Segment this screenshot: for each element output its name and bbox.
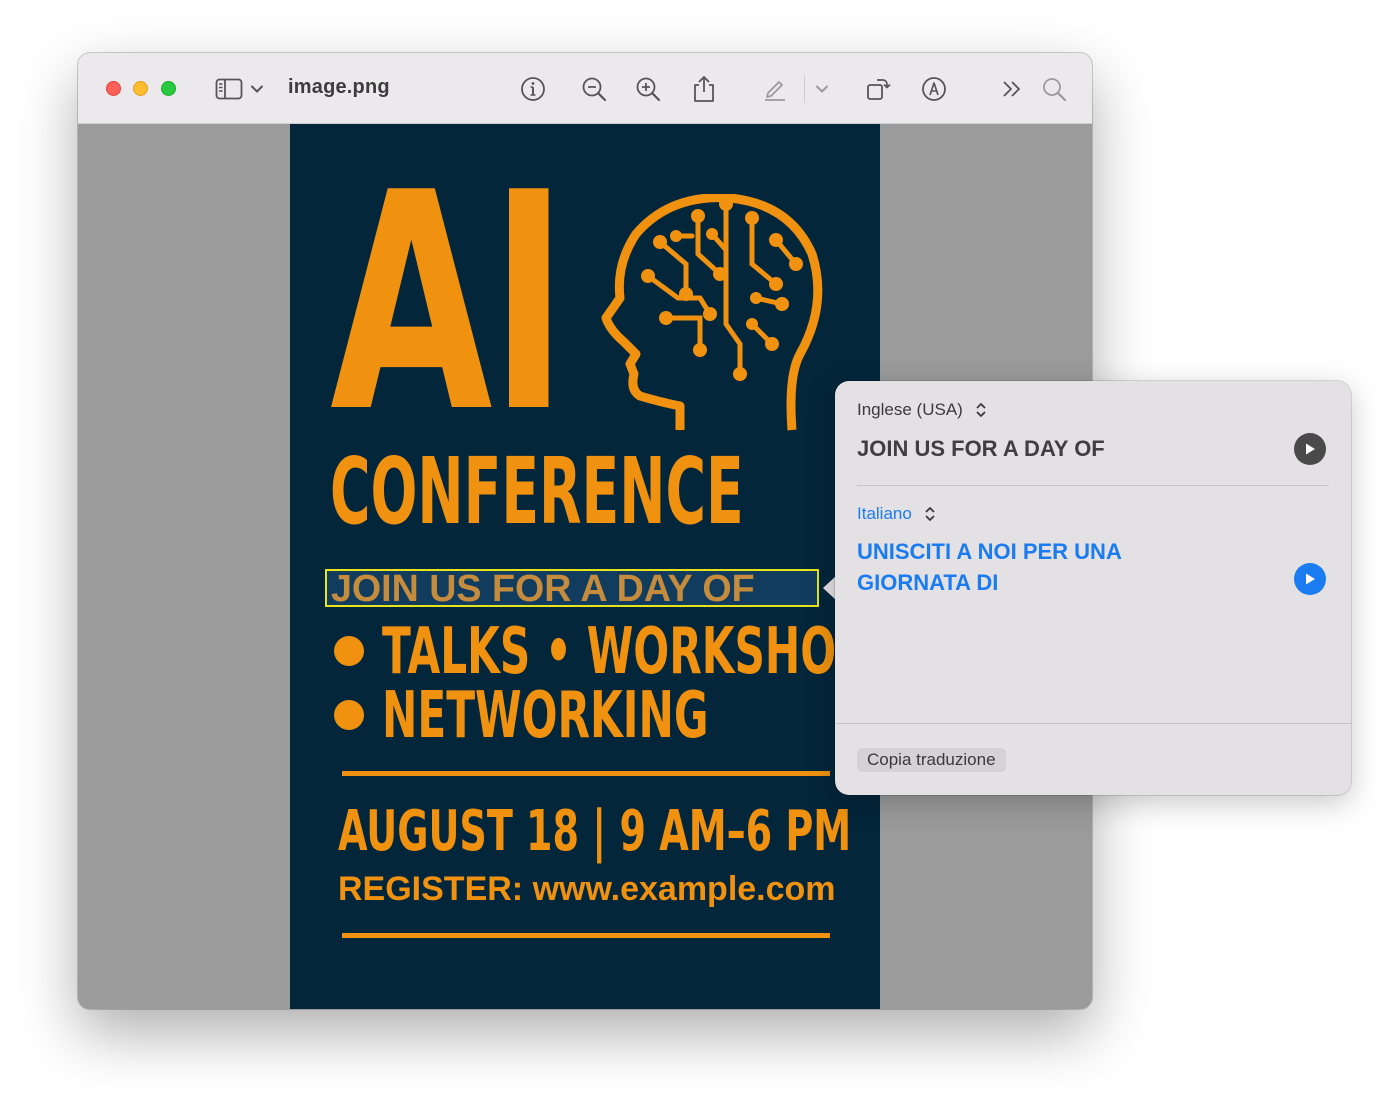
poster-divider xyxy=(342,771,830,776)
zoom-in-icon xyxy=(636,77,661,102)
translated-text: UNISCITI A NOI PER UNA GIORNATA DI xyxy=(857,539,1122,595)
play-icon xyxy=(1306,443,1315,455)
text-selection-box[interactable]: JOIN US FOR A DAY OF xyxy=(325,568,819,610)
target-language-selector[interactable]: Italiano xyxy=(857,504,936,524)
titlebar: image.png xyxy=(78,53,1092,124)
zoom-in-button[interactable] xyxy=(634,75,662,103)
highlight-menu-chevron[interactable] xyxy=(813,75,831,103)
poster-title-ai: AI xyxy=(330,129,568,478)
source-language-selector[interactable]: Inglese (USA) xyxy=(857,400,987,420)
play-translation-button[interactable] xyxy=(1294,563,1326,595)
source-text: JOIN US FOR A DAY OF xyxy=(857,436,1105,461)
markup-icon xyxy=(922,77,946,101)
window-title: image.png xyxy=(288,76,390,98)
share-button[interactable] xyxy=(690,75,718,103)
sidebar-menu-chevron[interactable] xyxy=(248,75,266,103)
zoom-out-button[interactable] xyxy=(580,75,608,103)
target-language-label: Italiano xyxy=(857,504,912,523)
play-icon xyxy=(1306,573,1315,585)
search-icon xyxy=(1043,78,1067,102)
search-button[interactable] xyxy=(1040,75,1068,103)
poster-bullet-talks: TALKS • WORKSHOPS xyxy=(382,615,880,689)
toolbar-separator xyxy=(804,75,805,103)
more-button[interactable] xyxy=(998,75,1026,103)
markup-button[interactable] xyxy=(920,75,948,103)
sidebar-toggle-button[interactable] xyxy=(215,75,243,103)
fullscreen-button[interactable] xyxy=(161,81,176,96)
sidebar-icon xyxy=(215,78,243,100)
rotate-button[interactable] xyxy=(864,75,892,103)
poster-register: REGISTER: www.example.com xyxy=(338,870,836,908)
poster-title-conference: CONFERENCE xyxy=(330,438,744,545)
up-down-chevron-icon xyxy=(976,403,986,417)
highlight-pen-icon xyxy=(765,81,785,101)
bullet-dot xyxy=(334,700,364,730)
rotate-icon xyxy=(867,79,891,100)
brain-head-icon xyxy=(601,194,823,431)
poster-bullet-networking: NETWORKING xyxy=(382,679,709,753)
info-button[interactable] xyxy=(519,75,547,103)
poster-divider xyxy=(342,933,830,938)
selected-text: JOIN US FOR A DAY OF xyxy=(331,568,755,610)
bullet-dot xyxy=(334,636,364,666)
footer-divider xyxy=(835,723,1351,724)
source-language-label: Inglese (USA) xyxy=(857,400,963,419)
more-icon xyxy=(1003,81,1020,97)
up-down-chevron-icon xyxy=(925,507,935,521)
zoom-out-icon xyxy=(582,77,607,102)
play-source-button[interactable] xyxy=(1294,433,1326,465)
close-button[interactable] xyxy=(106,81,121,96)
chevron-down-icon xyxy=(251,85,263,93)
minimize-button[interactable] xyxy=(133,81,148,96)
highlight-button[interactable] xyxy=(761,75,789,103)
copy-translation-button[interactable]: Copia traduzione xyxy=(857,748,1006,772)
poster-image: AI CONFERENCE JOIN US FOR A DAY OF TALKS… xyxy=(290,124,880,1009)
poster-date: AUGUST 18 | 9 AM–6 PM xyxy=(338,799,852,864)
share-icon xyxy=(694,76,714,102)
divider xyxy=(857,485,1329,486)
info-icon xyxy=(521,77,545,101)
chevron-down-icon xyxy=(816,85,828,93)
translation-popover: Inglese (USA) JOIN US FOR A DAY OF Itali… xyxy=(835,381,1351,795)
